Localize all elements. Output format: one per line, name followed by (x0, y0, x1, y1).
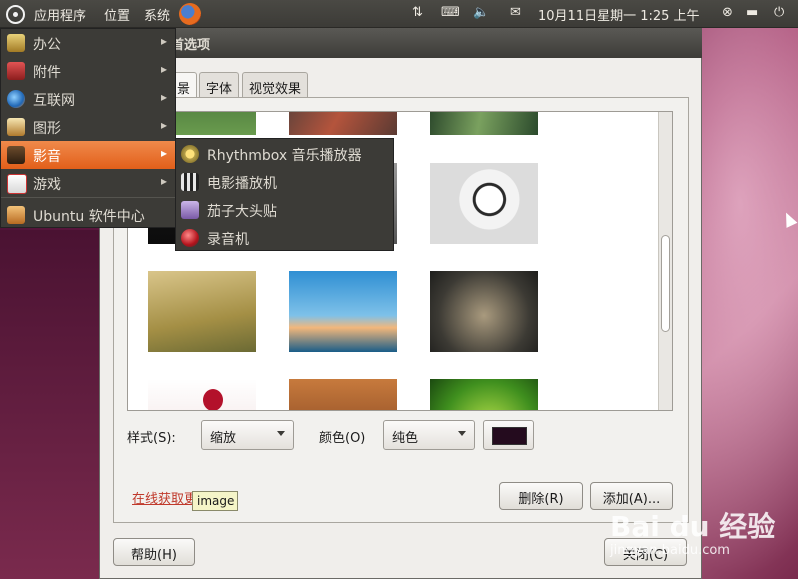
wallpaper-thumb[interactable] (430, 163, 538, 244)
submenu-item-label: 茄子大头贴 (207, 204, 277, 220)
menu-item-multimedia[interactable]: 影音 ▸ (1, 141, 175, 169)
keyboard-icon[interactable]: ⌨ (441, 5, 460, 20)
menu-item-label: 影音 (33, 149, 61, 165)
color-picker-button[interactable] (483, 420, 534, 450)
games-icon (7, 174, 27, 194)
office-icon (7, 34, 25, 52)
power-icon[interactable]: ⏻ (774, 5, 784, 20)
desktop-left (0, 230, 100, 579)
submenu-item-movie-player[interactable]: 电影播放机 (176, 168, 393, 196)
graphics-icon (7, 118, 25, 136)
sound-recorder-icon (181, 229, 199, 247)
menu-item-office[interactable]: 办公 ▸ (1, 29, 175, 57)
menu-item-games[interactable]: 游戏 ▸ (1, 169, 175, 197)
applications-menu[interactable]: 应用程序 (34, 5, 86, 24)
chevron-right-icon: ▸ (161, 118, 168, 132)
wallpaper-thumb[interactable] (289, 379, 397, 410)
menu-item-internet[interactable]: 互联网 ▸ (1, 85, 175, 113)
submenu-item-sound-recorder[interactable]: 录音机 (176, 224, 393, 252)
firefox-icon[interactable] (179, 3, 201, 25)
wallpaper-thumb[interactable] (289, 271, 397, 352)
color-label: 颜色(O) (319, 431, 366, 446)
submenu-item-label: 录音机 (207, 232, 249, 248)
movie-player-icon (181, 173, 199, 191)
submenu-item-rhythmbox[interactable]: Rhythmbox 音乐播放器 (176, 140, 393, 168)
tab-visual-effects[interactable]: 视觉效果 (242, 72, 309, 98)
menu-separator (1, 197, 175, 198)
menu-item-software-center[interactable]: Ubuntu 软件中心 (1, 201, 175, 229)
rhythmbox-icon (181, 145, 199, 163)
clock[interactable]: 10月11日星期一 1:25 上午 (538, 5, 700, 24)
wallpaper-thumb[interactable] (430, 271, 538, 352)
menu-item-accessories[interactable]: 附件 ▸ (1, 57, 175, 85)
watermark-url: jingyan.baidu.com (610, 543, 730, 558)
session-icon[interactable]: ⊗ (722, 5, 733, 20)
menu-item-label: 游戏 (33, 177, 61, 193)
chevron-right-icon: ▸ (161, 62, 168, 76)
dialog-title: 首选项 (171, 38, 211, 53)
multimedia-icon (7, 146, 25, 164)
wallpaper-thumb[interactable] (430, 112, 538, 135)
menu-item-label: 附件 (33, 65, 61, 81)
network-icon[interactable]: ⇅ (412, 5, 423, 20)
chevron-down-icon (458, 431, 466, 436)
menu-item-graphics[interactable]: 图形 ▸ (1, 113, 175, 141)
baidu-watermark: Bai du 经验 jingyan.baidu.com (610, 505, 795, 565)
internet-icon (7, 90, 25, 108)
top-panel: 应用程序 位置 系统 ⇅ ⌨ 🔈 ✉ 10月11日星期一 1:25 上午 ⊗ ▬… (0, 0, 798, 28)
grid-scrollbar-thumb[interactable] (661, 235, 670, 332)
multimedia-submenu: Rhythmbox 音乐播放器 电影播放机 茄子大头贴 录音机 (175, 138, 394, 251)
style-combo[interactable]: 缩放 (201, 420, 294, 450)
chevron-right-icon: ▸ (161, 34, 168, 48)
color-mode-combo[interactable]: 纯色 (383, 420, 475, 450)
dialog-titlebar[interactable]: 首选项 (99, 28, 702, 58)
applications-dropdown: 办公 ▸ 附件 ▸ 互联网 ▸ 图形 ▸ 影音 ▸ 游戏 ▸ Ubuntu 软件… (0, 28, 176, 228)
chevron-right-icon: ▸ (161, 90, 168, 104)
submenu-item-label: Rhythmbox 音乐播放器 (207, 148, 362, 164)
help-button[interactable]: 帮助(H) (113, 538, 195, 566)
menu-item-label: Ubuntu 软件中心 (33, 209, 145, 225)
remove-button[interactable]: 删除(R) (499, 482, 583, 510)
accessories-icon (7, 62, 25, 80)
chevron-right-icon: ▸ (161, 146, 168, 160)
mail-icon[interactable]: ✉ (510, 5, 521, 20)
wallpaper-thumb[interactable] (148, 379, 256, 410)
chevron-down-icon (277, 431, 285, 436)
software-center-icon (7, 206, 25, 224)
wallpaper-thumb[interactable] (148, 271, 256, 352)
places-menu[interactable]: 位置 (104, 5, 130, 24)
chat-icon[interactable]: ▬ (746, 5, 758, 20)
menu-item-label: 互联网 (33, 93, 75, 109)
chevron-right-icon: ▸ (161, 174, 168, 188)
color-mode-value: 纯色 (392, 431, 419, 446)
menu-item-label: 图形 (33, 121, 61, 137)
submenu-item-cheese[interactable]: 茄子大头贴 (176, 196, 393, 224)
color-swatch (492, 427, 527, 445)
tab-fonts[interactable]: 字体 (199, 72, 240, 98)
ubuntu-logo-icon[interactable] (6, 5, 25, 24)
system-menu[interactable]: 系统 (144, 5, 170, 24)
volume-icon[interactable]: 🔈 (473, 5, 489, 20)
wallpaper-thumb[interactable] (430, 379, 538, 410)
cheese-icon (181, 201, 199, 219)
style-label: 样式(S): (127, 431, 176, 446)
watermark-brand: Bai du 经验 (610, 510, 776, 543)
image-tooltip: image (192, 491, 238, 511)
wallpaper-thumb[interactable] (289, 112, 397, 135)
submenu-item-label: 电影播放机 (207, 176, 277, 192)
menu-item-label: 办公 (33, 37, 61, 53)
style-combo-value: 缩放 (210, 431, 237, 446)
